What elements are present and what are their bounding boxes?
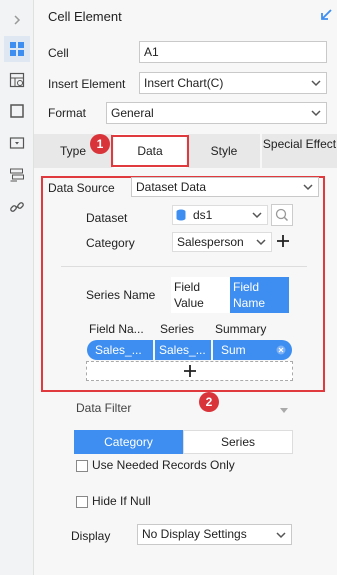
series-option-field-value[interactable]: Field Value xyxy=(171,277,230,313)
format-value: General xyxy=(111,106,154,120)
display-label: Display xyxy=(71,529,111,543)
summary-cell[interactable]: Sum xyxy=(213,340,292,360)
callout-2-badge: 2 xyxy=(199,392,219,412)
cell-field[interactable]: A1 xyxy=(139,41,327,63)
cell-attributes-icon[interactable] xyxy=(7,70,27,90)
category-label: Category xyxy=(86,236,135,250)
condition-icon[interactable] xyxy=(7,165,27,185)
display-value: No Display Settings xyxy=(142,527,247,541)
tab-series[interactable]: Series xyxy=(183,430,293,454)
divider xyxy=(61,266,307,267)
plus-icon xyxy=(184,365,196,377)
cell-label: Cell xyxy=(48,46,69,60)
chevron-down-icon xyxy=(252,212,262,219)
dataset-label: Dataset xyxy=(86,211,128,225)
add-category-button[interactable] xyxy=(276,234,290,248)
chevron-down-icon xyxy=(256,239,266,246)
insert-element-label: Insert Element xyxy=(48,77,126,91)
data-source-value: Dataset Data xyxy=(136,180,207,194)
tab-category[interactable]: Category xyxy=(74,430,183,454)
column-header-series: Series xyxy=(160,322,195,336)
collapse-arrow-icon[interactable] xyxy=(7,10,27,30)
data-tab-highlight xyxy=(111,135,189,167)
chevron-down-icon xyxy=(311,80,321,87)
data-source-label: Data Source xyxy=(48,181,115,195)
hide-if-null-checkbox[interactable] xyxy=(76,496,88,508)
chevron-down-icon xyxy=(303,184,313,191)
plus-icon xyxy=(277,235,289,247)
hide-if-null-label: Hide If Null xyxy=(92,494,151,508)
expand-icon[interactable] xyxy=(319,8,333,22)
border-icon[interactable] xyxy=(7,101,27,121)
data-filter-dropdown-icon[interactable] xyxy=(279,404,289,413)
series-cell[interactable]: Sales_... xyxy=(155,340,211,360)
display-select[interactable]: No Display Settings xyxy=(137,524,292,545)
column-header-field-name: Field Na... xyxy=(89,322,144,336)
hyperlink-icon[interactable] xyxy=(7,197,27,217)
format-label: Format xyxy=(48,106,87,120)
tab-special-effect[interactable]: Special Effect xyxy=(262,134,337,168)
database-icon xyxy=(176,209,186,221)
tab-style[interactable]: Style xyxy=(188,134,260,168)
field-name-cell[interactable]: Sales_... xyxy=(87,340,153,360)
insert-element-value: Insert Chart(C) xyxy=(144,76,224,90)
search-dataset-button[interactable] xyxy=(271,204,293,226)
cell-element-icon[interactable] xyxy=(4,36,30,62)
data-source-select[interactable]: Dataset Data xyxy=(131,177,319,197)
widget-icon[interactable] xyxy=(7,133,27,153)
cell-element-panel: Cell Element Cell A1 Insert Element Inse… xyxy=(34,0,337,575)
category-value: Salesperson xyxy=(177,235,244,249)
chevron-down-icon xyxy=(276,532,286,539)
format-select[interactable]: General xyxy=(106,102,327,124)
category-select[interactable]: Salesperson xyxy=(172,232,272,252)
column-header-summary: Summary xyxy=(215,322,267,336)
series-option-field-name[interactable]: Field Name xyxy=(230,277,289,313)
callout-1-badge: 1 xyxy=(90,134,110,154)
remove-icon[interactable] xyxy=(276,345,286,355)
series-name-label: Series Name xyxy=(86,288,156,302)
side-toolbar xyxy=(0,0,34,575)
add-field-button[interactable] xyxy=(86,361,293,381)
use-needed-records-checkbox[interactable] xyxy=(76,460,88,472)
dataset-select[interactable]: ds1 xyxy=(172,205,268,225)
chevron-down-icon xyxy=(311,110,321,117)
search-icon xyxy=(275,208,289,222)
panel-title: Cell Element xyxy=(48,9,122,24)
insert-element-select[interactable]: Insert Chart(C) xyxy=(139,72,327,94)
use-needed-records-label: Use Needed Records Only xyxy=(92,458,235,472)
dataset-value: ds1 xyxy=(193,208,213,222)
summary-value: Sum xyxy=(221,343,246,357)
data-filter-label[interactable]: Data Filter xyxy=(76,401,131,415)
